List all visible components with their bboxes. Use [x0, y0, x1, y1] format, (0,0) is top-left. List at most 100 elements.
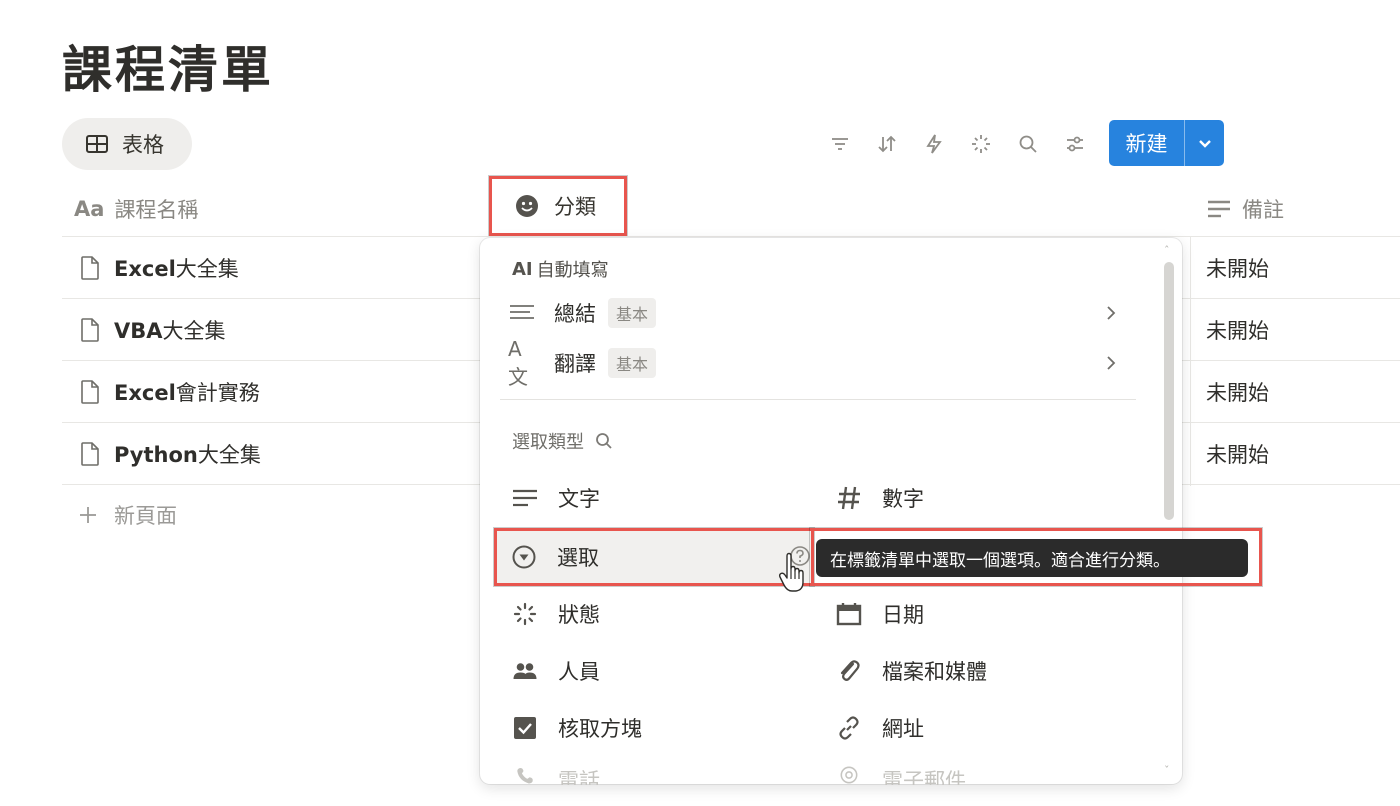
- row-title[interactable]: VBA大全集: [78, 299, 226, 361]
- ai-sparkle-icon: [972, 135, 990, 153]
- at-icon: [840, 766, 858, 784]
- ai-label: AI: [512, 258, 533, 280]
- table-icon: [86, 135, 108, 153]
- text-lines-icon: [513, 489, 537, 507]
- type-text[interactable]: 文字: [512, 478, 600, 518]
- smiley-icon: [516, 195, 538, 217]
- column-header-name[interactable]: Aa 課程名稱: [74, 186, 198, 232]
- search-button[interactable]: [1010, 124, 1046, 164]
- type-phone[interactable]: 電話: [512, 765, 600, 785]
- type-label: 檔案和媒體: [882, 660, 987, 684]
- select-circle-icon: [512, 545, 536, 569]
- type-label: 電子郵件: [882, 769, 966, 785]
- row-note[interactable]: 未開始: [1206, 423, 1269, 485]
- menu-scrollbar[interactable]: [1164, 262, 1174, 520]
- new-button-label[interactable]: 新建: [1109, 120, 1184, 166]
- basic-badge: 基本: [608, 348, 657, 378]
- type-label: 人員: [558, 660, 600, 684]
- hash-icon: [838, 486, 860, 510]
- row-title[interactable]: Excel會計實務: [78, 361, 260, 423]
- type-person[interactable]: 人員: [512, 651, 600, 691]
- status-loader-icon: [513, 602, 537, 626]
- new-page-label: 新頁面: [114, 504, 177, 528]
- type-label: 核取方塊: [558, 717, 642, 741]
- column-divider: [1190, 237, 1191, 486]
- type-checkbox[interactable]: 核取方塊: [512, 708, 642, 748]
- scroll-down-arrow[interactable]: ˇ: [1164, 764, 1170, 777]
- sort-button[interactable]: [869, 124, 905, 164]
- chevron-right-icon: [1107, 306, 1116, 320]
- tab-label: 表格: [122, 133, 164, 157]
- chevron-right-icon: [1107, 356, 1116, 370]
- automation-button[interactable]: [916, 124, 952, 164]
- type-date[interactable]: 日期: [836, 594, 924, 634]
- translate-icon: A文: [508, 336, 528, 389]
- type-label: 電話: [558, 769, 600, 785]
- type-select[interactable]: 選取: [494, 528, 814, 586]
- search-icon: [1019, 135, 1037, 153]
- phone-icon: [517, 767, 533, 784]
- row-title-latin: VBA: [114, 319, 163, 343]
- filter-icon: [832, 138, 848, 150]
- calendar-icon: [836, 603, 862, 626]
- column-header-label: 備註: [1242, 198, 1284, 222]
- search-icon: [596, 433, 612, 449]
- view-settings-button[interactable]: [1057, 124, 1093, 164]
- sort-icon: [878, 135, 896, 153]
- chevron-down-icon: [1198, 140, 1211, 148]
- type-status[interactable]: 狀態: [512, 594, 600, 634]
- type-label: 網址: [882, 717, 924, 741]
- column-header-category[interactable]: 分類: [489, 176, 627, 236]
- type-number[interactable]: 數字: [836, 478, 924, 518]
- ai-summary-item[interactable]: 總結 基本: [508, 293, 1128, 333]
- plus-icon: [80, 507, 96, 523]
- scroll-up-arrow[interactable]: ˆ: [1164, 244, 1170, 257]
- type-label: 選取: [557, 546, 599, 570]
- filter-button[interactable]: [822, 124, 858, 164]
- row-title-latin: Python: [114, 443, 198, 467]
- new-page-button[interactable]: 新頁面: [78, 500, 177, 530]
- tooltip-highlight: 在標籤清單中選取一個選項。適合進行分類。: [810, 528, 1262, 586]
- type-label: 日期: [882, 603, 924, 627]
- select-type-tooltip: 在標籤清單中選取一個選項。適合進行分類。: [816, 539, 1248, 577]
- ai-summary-label: 總結: [554, 302, 596, 326]
- page-title: 課程清單: [62, 41, 274, 99]
- automation-icon: [926, 134, 942, 154]
- ai-translate-item[interactable]: A文 翻譯 基本: [508, 337, 1128, 389]
- column-header-note[interactable]: 備註: [1206, 186, 1284, 232]
- row-title-cjk: 大全集: [197, 443, 261, 467]
- type-url[interactable]: 網址: [836, 708, 924, 748]
- page-icon: [81, 442, 99, 466]
- row-title-cjk: 大全集: [162, 319, 226, 343]
- text-lines-icon: [510, 305, 534, 319]
- ai-section-label: 自動填寫: [536, 260, 609, 281]
- ai-button[interactable]: [963, 124, 999, 164]
- row-title[interactable]: Excel大全集: [78, 237, 239, 299]
- checkbox-icon: [514, 717, 536, 739]
- select-type-section-title[interactable]: 選取類型: [512, 428, 614, 454]
- row-note[interactable]: 未開始: [1206, 299, 1269, 361]
- paperclip-icon: [840, 660, 860, 681]
- link-icon: [839, 716, 859, 740]
- type-files-media[interactable]: 檔案和媒體: [836, 651, 987, 691]
- settings-icon: [1067, 136, 1083, 152]
- new-button[interactable]: 新建: [1109, 120, 1224, 166]
- row-title[interactable]: Python大全集: [78, 423, 261, 485]
- type-label: 狀態: [558, 603, 600, 627]
- menu-divider: [500, 399, 1136, 400]
- row-title-cjk: 會計實務: [175, 381, 260, 405]
- select-type-label: 選取類型: [512, 432, 584, 453]
- row-title-latin: Excel: [114, 381, 176, 405]
- type-label: 文字: [558, 487, 600, 511]
- text-lines-icon: [1208, 200, 1230, 218]
- text-type-icon: Aa: [74, 197, 105, 221]
- database-toolbar: [822, 124, 1104, 164]
- page-icon: [81, 256, 99, 280]
- tab-table-view[interactable]: 表格: [62, 118, 192, 170]
- row-note[interactable]: 未開始: [1206, 237, 1269, 299]
- row-title-cjk: 大全集: [175, 257, 239, 281]
- row-note[interactable]: 未開始: [1206, 361, 1269, 423]
- type-email[interactable]: 電子郵件: [836, 765, 966, 785]
- new-button-dropdown[interactable]: [1184, 120, 1224, 166]
- column-header-label: 課程名稱: [114, 198, 199, 222]
